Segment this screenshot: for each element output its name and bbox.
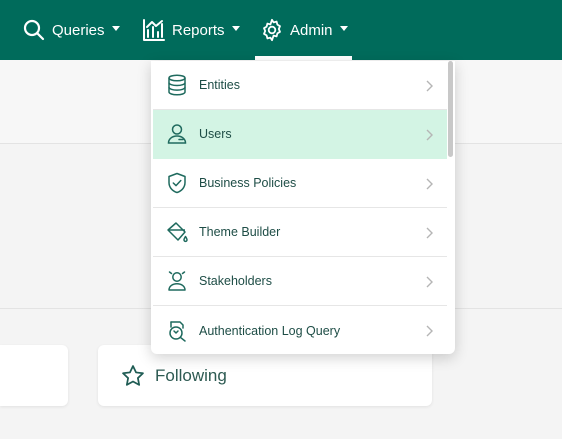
menu-item-users[interactable]: Users [153,110,447,159]
menu-item-authentication-log-query[interactable]: Authentication Log Query [153,306,447,354]
chevron-right-icon [425,227,433,239]
menu-item-label: Theme Builder [199,225,281,239]
admin-dropdown-menu: Entities Users Business Policies Theme B… [151,61,455,354]
stakeholder-icon [165,269,189,293]
search-document-icon [165,319,189,343]
menu-item-stakeholders[interactable]: Stakeholders [153,257,447,306]
menu-item-label: Entities [199,78,240,92]
gear-icon [260,18,284,42]
chevron-right-icon [425,178,433,190]
nav-reports[interactable]: Reports [142,0,240,60]
menu-item-theme-builder[interactable]: Theme Builder [153,208,447,257]
menu-item-business-policies[interactable]: Business Policies [153,159,447,208]
menu-item-label: Authentication Log Query [199,323,341,338]
bar-chart-icon [142,18,166,42]
shield-check-icon [165,171,189,195]
top-nav-bar: Queries Reports Admin [0,0,562,60]
menu-scrollbar[interactable] [448,61,453,157]
card-partial[interactable] [0,345,68,406]
nav-admin[interactable]: Admin [260,0,348,60]
user-icon [165,122,189,146]
menu-item-entities[interactable]: Entities [153,61,447,110]
caret-down-icon [339,25,348,31]
nav-admin-label: Admin [290,21,333,39]
menu-item-label: Users [199,127,232,141]
chevron-right-icon [425,80,433,92]
caret-down-icon [231,25,240,31]
search-icon [22,18,46,42]
following-label: Following [155,365,227,385]
active-nav-indicator [255,56,352,60]
star-icon [120,363,146,389]
menu-item-label: Stakeholders [199,274,272,288]
nav-queries[interactable]: Queries [22,0,120,60]
nav-queries-label: Queries [52,21,105,39]
paint-bucket-icon [165,220,189,244]
chevron-right-icon [425,129,433,141]
chevron-right-icon [425,276,433,288]
nav-reports-label: Reports [172,21,225,39]
menu-item-label: Business Policies [199,176,297,190]
following-card[interactable]: Following [98,345,432,406]
chevron-right-icon [425,325,433,337]
caret-down-icon [111,25,120,31]
database-icon [165,73,189,97]
